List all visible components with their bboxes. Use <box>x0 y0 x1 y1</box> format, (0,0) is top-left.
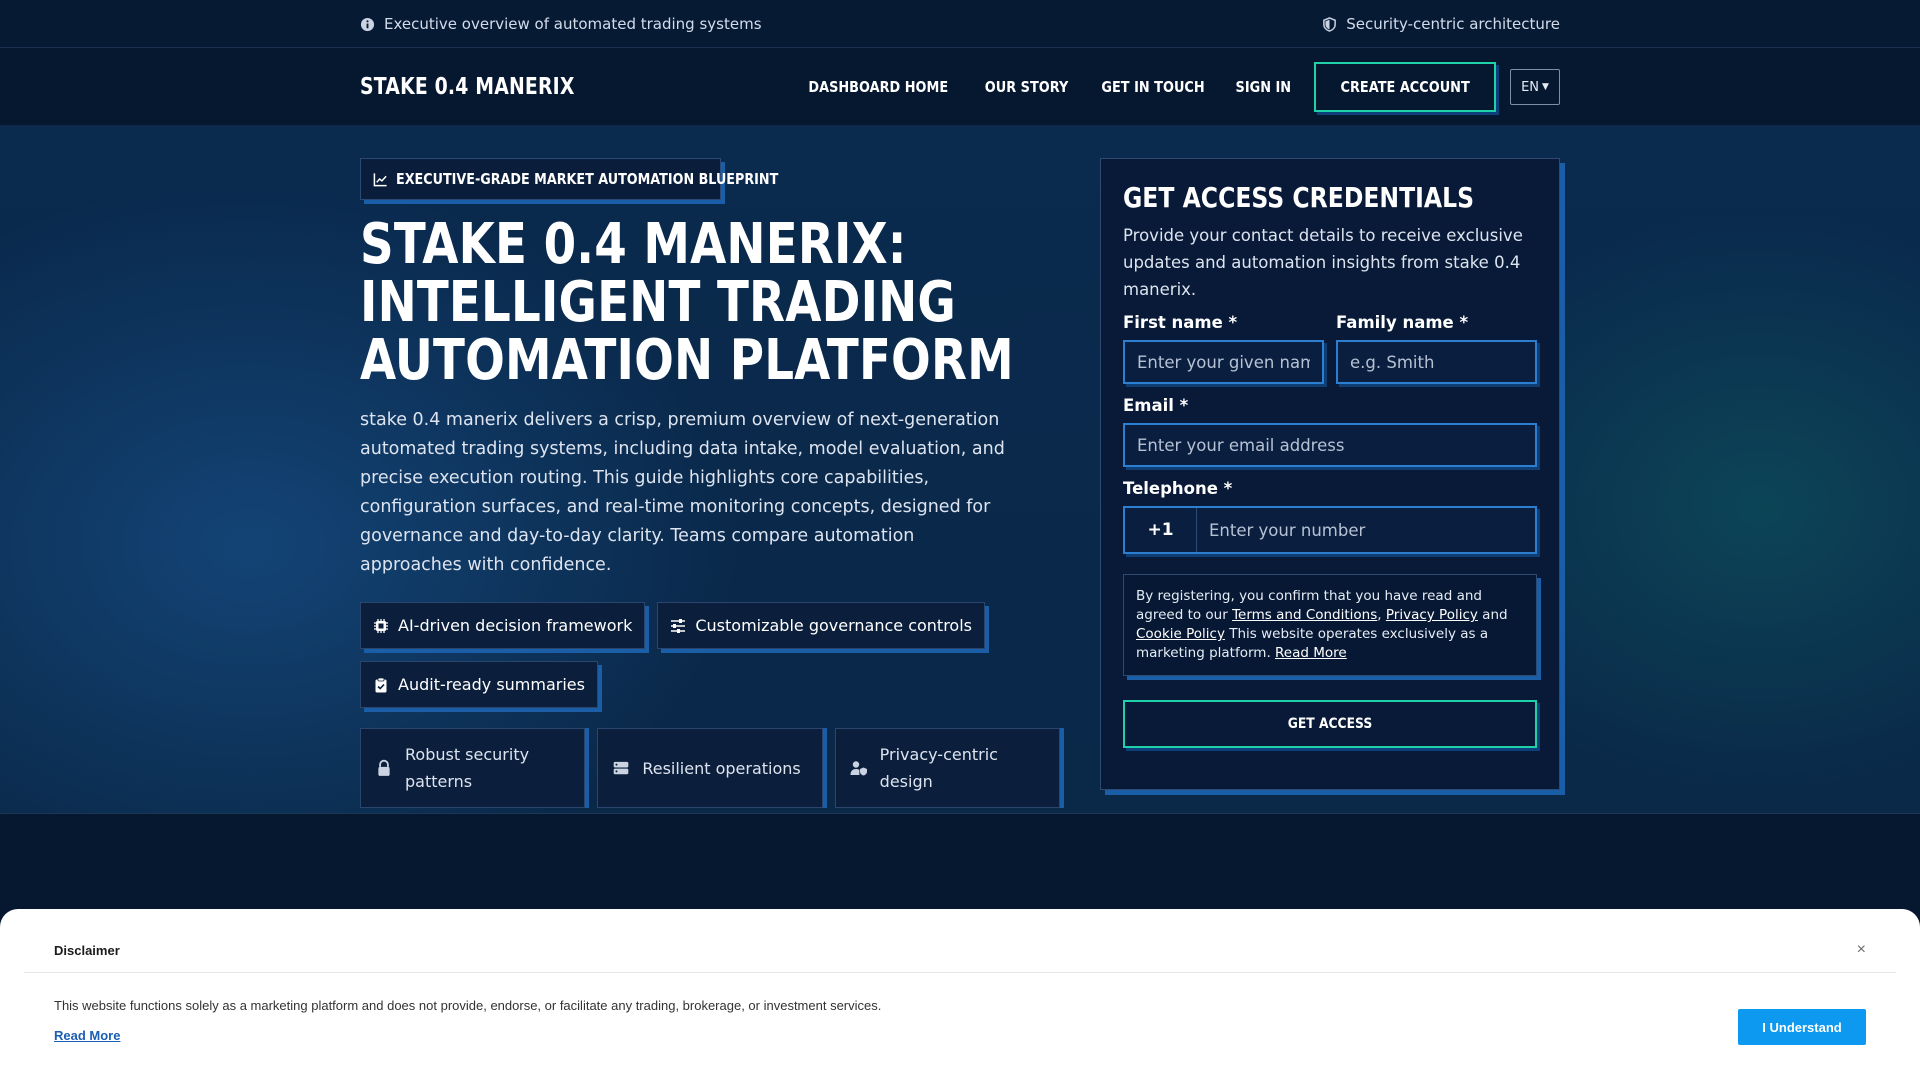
phone-country-code[interactable]: +1 <box>1125 508 1197 552</box>
top-info-bar: Executive overview of automated trading … <box>0 0 1920 48</box>
user-shield-icon <box>850 761 867 776</box>
hero-tagline-text: EXECUTIVE-GRADE MARKET AUTOMATION BLUEPR… <box>396 170 779 188</box>
email-label: Email * <box>1123 396 1189 415</box>
feature-chip-label: AI-driven decision framework <box>398 616 633 635</box>
hero-tagline: EXECUTIVE-GRADE MARKET AUTOMATION BLUEPR… <box>360 158 779 200</box>
trust-card-label: Robust security patterns <box>405 745 530 791</box>
language-value: EN <box>1521 79 1540 95</box>
cookie-link[interactable]: Cookie Policy <box>1136 626 1225 642</box>
main-nav: STAKE 0.4 MANERIX DASHBOARD HOME OUR STO… <box>0 48 1920 126</box>
nav-links: DASHBOARD HOME OUR STORY GET IN TOUCH SI… <box>779 62 1560 112</box>
hero-section: EXECUTIVE-GRADE MARKET AUTOMATION BLUEPR… <box>0 126 1920 814</box>
first-name-label: First name * <box>1123 313 1238 332</box>
language-select[interactable]: EN ▼ <box>1510 69 1560 105</box>
form-title: GET ACCESS CREDENTIALS <box>1123 181 1475 214</box>
nav-dashboard-home[interactable]: DASHBOARD HOME <box>809 78 949 96</box>
disclaimer-body: This website functions solely as a marke… <box>54 998 882 1013</box>
trust-card-label: Resilient operations <box>642 758 801 778</box>
disclaimer-banner: Disclaimer × This website functions sole… <box>0 909 1920 1080</box>
phone-field-group: Telephone * +1 <box>1123 479 1537 554</box>
email-field-group: Email * <box>1123 396 1537 467</box>
consent-notice: By registering, you confirm that you hav… <box>1123 574 1537 676</box>
consent-comma: , <box>1377 607 1386 623</box>
overview-note: Executive overview of automated trading … <box>360 15 762 33</box>
trust-card-label: Privacy-centric design <box>879 745 998 791</box>
get-access-label: GET ACCESS <box>1287 716 1373 732</box>
disclaimer-title: Disclaimer <box>54 943 120 958</box>
close-icon[interactable]: × <box>1857 941 1866 959</box>
first-name-field-group: First name * <box>1123 313 1324 384</box>
terms-link[interactable]: Terms and Conditions <box>1232 607 1377 623</box>
disclaimer-divider <box>24 972 1896 973</box>
chart-line-icon <box>373 172 387 186</box>
trust-cards: Robust security patterns Resilient opera… <box>360 728 1060 808</box>
feature-chips: AI-driven decision framework Customizabl… <box>360 602 1000 708</box>
get-access-button[interactable]: GET ACCESS <box>1123 700 1537 748</box>
family-name-label: Family name * <box>1336 313 1469 332</box>
security-note-text: Security-centric architecture <box>1346 15 1560 33</box>
consent-and: and <box>1477 607 1508 623</box>
family-name-input[interactable] <box>1336 340 1537 384</box>
form-lead: Provide your contact details to receive … <box>1123 226 1523 299</box>
sliders-icon <box>671 618 686 633</box>
trust-card: Privacy-centric design <box>834 728 1060 808</box>
feature-chip-label: Customizable governance controls <box>695 616 972 635</box>
chip-icon <box>374 618 388 633</box>
hero-description: stake 0.4 manerix delivers a crisp, prem… <box>360 410 1005 575</box>
brand-logo[interactable]: STAKE 0.4 MANERIX <box>360 74 575 100</box>
phone-input[interactable] <box>1197 508 1535 552</box>
trust-card: Robust security patterns <box>360 728 586 808</box>
nav-our-story[interactable]: OUR STORY <box>985 78 1069 96</box>
feature-chip: Audit-ready summaries <box>360 661 598 708</box>
info-icon <box>360 17 375 31</box>
i-understand-button[interactable]: I Understand <box>1738 1009 1866 1045</box>
security-note: Security-centric architecture <box>1322 15 1560 33</box>
phone-field: +1 <box>1123 506 1537 554</box>
shield-icon <box>1323 16 1337 32</box>
family-name-field-group: Family name * <box>1336 313 1537 384</box>
server-icon <box>614 761 629 775</box>
email-input[interactable] <box>1123 423 1537 467</box>
overview-note-text: Executive overview of automated trading … <box>384 15 762 33</box>
disclaimer-read-more-link[interactable]: Read More <box>54 1028 120 1043</box>
nav-get-in-touch[interactable]: GET IN TOUCH <box>1101 78 1204 96</box>
access-form: GET ACCESS CREDENTIALS Provide your cont… <box>1100 158 1560 790</box>
create-account-label: CREATE ACCOUNT <box>1340 78 1470 96</box>
phone-label: Telephone * <box>1123 479 1233 498</box>
hero-title: STAKE 0.4 MANERIX: INTELLIGENT TRADING A… <box>360 212 1014 393</box>
caret-down-icon: ▼ <box>1542 82 1549 92</box>
feature-chip-label: Audit-ready summaries <box>398 675 585 694</box>
privacy-link[interactable]: Privacy Policy <box>1386 607 1478 623</box>
consent-read-more-link[interactable]: Read More <box>1275 645 1347 661</box>
create-account-button[interactable]: CREATE ACCOUNT <box>1313 62 1496 112</box>
feature-chip: AI-driven decision framework <box>360 602 646 649</box>
trust-card: Resilient operations <box>597 728 823 808</box>
first-name-input[interactable] <box>1123 340 1324 384</box>
hero-content: EXECUTIVE-GRADE MARKET AUTOMATION BLUEPR… <box>360 158 1060 808</box>
lock-icon <box>378 759 390 776</box>
clipboard-check-icon <box>375 677 387 692</box>
nav-sign-in[interactable]: SIGN IN <box>1236 78 1292 96</box>
feature-chip: Customizable governance controls <box>657 602 985 649</box>
